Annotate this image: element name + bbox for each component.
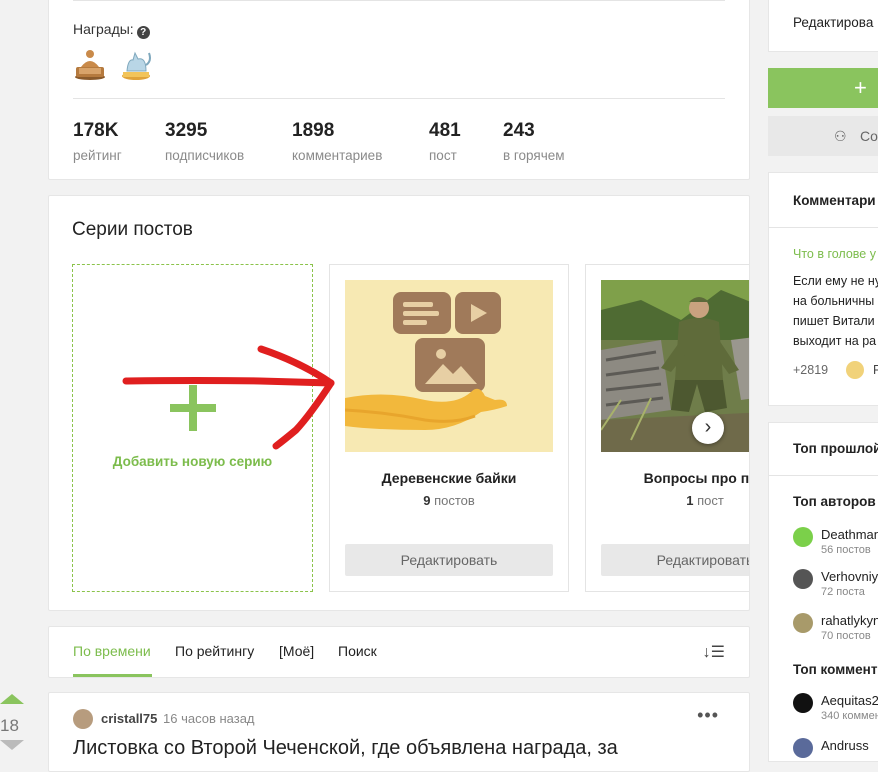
commenter-name[interactable]: Aequitas2 xyxy=(821,693,878,708)
sidebar-edit-card: Редактирова xyxy=(768,0,878,52)
awards-label: Награды:? xyxy=(73,21,150,39)
plus-icon-bar xyxy=(170,404,216,412)
series-name[interactable]: Деревенские байки xyxy=(330,470,568,486)
top-title: Топ прошлой xyxy=(793,441,878,456)
series-thumbnail-photo xyxy=(601,280,749,452)
divider xyxy=(769,227,878,228)
edit-series-button[interactable]: Редактировать xyxy=(345,544,553,576)
comment-author[interactable]: F xyxy=(873,363,878,377)
sort-icon[interactable]: ↓☰ xyxy=(703,642,725,662)
next-arrow-icon[interactable]: › xyxy=(692,412,724,444)
stat-hot[interactable]: 243 в горячем xyxy=(503,120,565,163)
stat-value: 178K xyxy=(73,120,119,141)
author-name[interactable]: Verhovniy xyxy=(821,569,878,584)
comment-text: пишет Витали xyxy=(793,314,875,328)
add-series-button[interactable]: Добавить новую серию xyxy=(72,264,313,592)
author-name[interactable]: rahatlykyn xyxy=(821,613,878,628)
comment-text: Если ему не ну xyxy=(793,274,878,288)
stat-subscribers[interactable]: 3295 подписчиков xyxy=(165,120,244,163)
post-time: 16 часов назад xyxy=(163,711,255,726)
series-count-word: постов xyxy=(434,493,475,508)
post-card: cristall75 16 часов назад ••• Листовка с… xyxy=(48,692,750,772)
tab-by-time[interactable]: По времени xyxy=(73,643,151,659)
post-title[interactable]: Листовка со Второй Чеченской, где объявл… xyxy=(73,737,618,760)
stat-value: 481 xyxy=(429,120,461,141)
awards-label-text: Награды: xyxy=(73,21,134,37)
stat-label: рейтинг xyxy=(73,148,122,163)
post-series-card: Серии постов Добавить новую серию Дереве… xyxy=(48,195,750,611)
help-icon[interactable]: ? xyxy=(136,26,150,39)
comment-post-link[interactable]: Что в голове у xyxy=(793,247,876,261)
downvote-icon[interactable] xyxy=(0,740,24,750)
profile-stats-card: Награды:? 178K рейтинг 3295 подписчиков … xyxy=(48,0,750,180)
more-options-icon[interactable]: ••• xyxy=(697,705,719,726)
series-item[interactable]: Вопросы про пои 1 пост Редактировать xyxy=(585,264,749,592)
add-series-label: Добавить новую серию xyxy=(112,454,273,469)
series-post-count: 9 постов xyxy=(330,493,568,508)
sort-tabs: По времени По рейтингу [Моё] Поиск ↓☰ xyxy=(48,626,750,678)
author-posts: 72 поста xyxy=(821,586,865,598)
upvote-icon[interactable] xyxy=(0,694,24,704)
stat-label: в горячем xyxy=(503,148,565,163)
medal-award-icon[interactable] xyxy=(73,47,107,81)
top-authors-title: Топ авторов xyxy=(793,494,876,509)
edit-series-button[interactable]: Редактировать xyxy=(601,544,749,576)
author-posts: 70 постов xyxy=(821,630,871,642)
divider xyxy=(73,98,725,99)
avatar xyxy=(793,527,813,547)
series-item[interactable]: Деревенские байки 9 постов Редактировать xyxy=(329,264,569,592)
avatar xyxy=(793,613,813,633)
avatar xyxy=(793,693,813,713)
stat-rating: 178K рейтинг xyxy=(73,120,122,163)
media-illustration-icon xyxy=(345,292,507,430)
stat-posts[interactable]: 481 пост xyxy=(429,120,461,163)
commenter-name[interactable]: Andruss xyxy=(821,738,869,753)
avatar xyxy=(793,738,813,758)
sidebar-top-card: Топ прошлой Топ авторов Deathman 56 пост… xyxy=(768,422,878,762)
series-thumbnail xyxy=(345,280,553,452)
photo-image xyxy=(601,280,749,452)
divider xyxy=(73,0,725,1)
avatar[interactable] xyxy=(73,709,93,729)
sidebar-comments-card: Комментари Что в голове у Если ему не ну… xyxy=(768,172,878,406)
comment-text: выходит на ра xyxy=(793,334,877,348)
post-author[interactable]: cristall75 xyxy=(101,711,157,726)
series-title: Серии постов xyxy=(72,219,193,240)
stat-comments[interactable]: 1898 комментариев xyxy=(292,120,382,163)
tab-search[interactable]: Поиск xyxy=(338,643,377,659)
series-count-number: 9 xyxy=(423,493,431,508)
author-posts: 56 постов xyxy=(821,544,871,556)
active-tab-underline xyxy=(73,674,152,677)
avatar xyxy=(793,569,813,589)
divider xyxy=(769,475,878,476)
post-rating: 18 xyxy=(0,716,19,735)
stat-label: комментариев xyxy=(292,148,383,163)
sidebar-secondary-button[interactable]: ⚇ Со xyxy=(768,116,878,156)
tab-mine[interactable]: [Моё] xyxy=(279,643,314,659)
cat-award-icon[interactable] xyxy=(119,47,153,81)
series-count-word: пост xyxy=(697,493,724,508)
avatar[interactable] xyxy=(846,361,864,379)
stat-label: подписчиков xyxy=(165,148,245,163)
comment-text: на больничны xyxy=(793,294,875,308)
create-post-button[interactable]: + xyxy=(768,68,878,108)
comment-rating: +2819 xyxy=(793,363,829,377)
comments-title: Комментари xyxy=(793,193,876,208)
sidebar-secondary-label: Со xyxy=(860,128,878,144)
stat-label: пост xyxy=(429,148,457,163)
series-post-count: 1 пост xyxy=(586,493,749,508)
series-count-number: 1 xyxy=(686,493,694,508)
series-name[interactable]: Вопросы про пои xyxy=(586,470,749,486)
stat-value: 3295 xyxy=(165,120,208,141)
top-commenters-title: Топ коммент xyxy=(793,662,878,677)
tab-by-rating[interactable]: По рейтингу xyxy=(175,643,254,659)
edit-profile-link[interactable]: Редактирова xyxy=(793,15,873,30)
stat-value: 243 xyxy=(503,120,535,141)
commenter-count: 340 коммент xyxy=(821,710,878,722)
author-name[interactable]: Deathman xyxy=(821,527,878,542)
stat-value: 1898 xyxy=(292,120,335,141)
users-icon: ⚇ xyxy=(834,128,847,144)
